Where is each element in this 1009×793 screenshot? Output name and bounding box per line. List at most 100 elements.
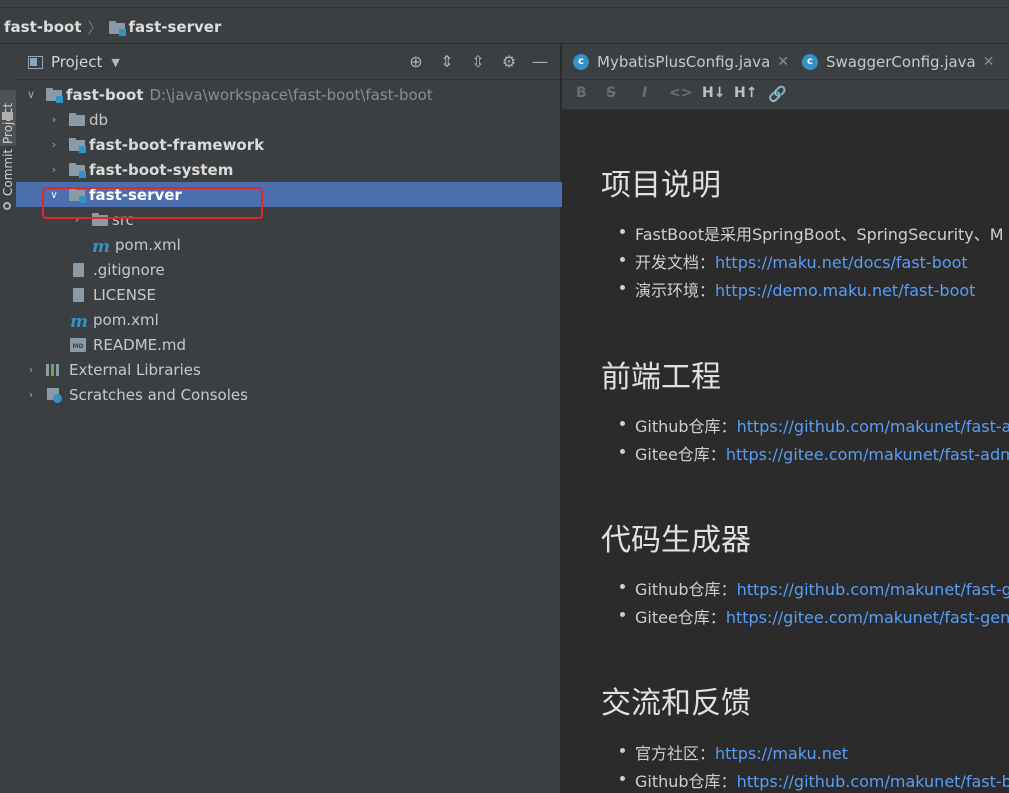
maven-icon: m <box>92 236 110 257</box>
breadcrumb-module[interactable]: fast-server <box>129 18 222 36</box>
tree-node-root-pom[interactable]: m pom.xml <box>16 307 615 332</box>
section-heading: 代码生成器 <box>601 523 751 558</box>
heading-increase-icon[interactable]: H↑ <box>734 85 757 101</box>
strikethrough-icon[interactable]: S <box>606 85 616 101</box>
tree-node-label: pom.xml <box>115 235 181 254</box>
tool-tab-project-label: Project <box>1 102 15 144</box>
editor-tab-bar: c MybatisPlusConfig.java ✕ c SwaggerConf… <box>562 44 1009 80</box>
chevron-right-icon[interactable]: › <box>24 363 38 376</box>
minimize-icon[interactable]: — <box>529 52 551 72</box>
folder-icon <box>2 112 13 120</box>
list-item: Github仓库：https://github.com/makunet/fast… <box>620 413 1009 437</box>
tree-node-label: Scratches and Consoles <box>69 385 248 404</box>
list-item: FastBoot是采用SpringBoot、SpringSecurity、M <box>620 221 1004 245</box>
maven-icon: m <box>70 311 88 332</box>
list-item: 演示环境：https://demo.maku.net/fast-boot <box>619 277 975 301</box>
markdown-preview: 项目说明 FastBoot是采用SpringBoot、SpringSecurit… <box>562 110 1009 793</box>
code-icon[interactable]: <> <box>669 85 692 101</box>
chevron-right-icon[interactable]: › <box>47 113 61 126</box>
tree-node-db[interactable]: › db <box>16 107 592 132</box>
tree-node-label: README.md <box>93 335 187 354</box>
tree-node-path: D:\java\workspace\fast-boot\fast-boot <box>149 85 433 104</box>
tree-node-external-libraries[interactable]: › External Libraries <box>16 357 569 382</box>
locate-icon[interactable]: ⊕ <box>405 52 427 72</box>
link[interactable]: https://demo.maku.net/fast-boot <box>715 281 975 300</box>
module-folder-icon <box>69 163 86 178</box>
tree-node-license[interactable]: LICENSE <box>16 282 615 307</box>
link-icon[interactable]: 🔗 <box>768 85 787 103</box>
commit-icon <box>3 202 11 210</box>
link[interactable]: https://maku.net <box>715 744 848 763</box>
highlight-box <box>42 187 263 219</box>
tree-node-fast-boot-framework[interactable]: › fast-boot-framework <box>16 132 592 157</box>
text-file-icon <box>70 287 86 303</box>
libraries-icon <box>46 362 62 378</box>
chevron-right-icon: 〉 <box>87 18 103 37</box>
project-view-selector[interactable]: Project ▼ <box>28 53 120 71</box>
list-item: Github仓库：https://github.com/makunet/fast… <box>620 576 1009 600</box>
expand-all-icon[interactable]: ⇕ <box>436 52 458 72</box>
breadcrumb-root[interactable]: fast-boot <box>4 18 82 36</box>
tree-node-fast-boot-system[interactable]: › fast-boot-system <box>16 157 592 182</box>
list-item: Gitee仓库：https://gitee.com/makunet/fast-a… <box>619 441 1009 465</box>
tree-node-gitignore[interactable]: .gitignore <box>16 257 615 282</box>
tree-node-label: External Libraries <box>69 360 201 379</box>
tool-tab-commit-label: Commit <box>1 148 15 196</box>
chevron-right-icon[interactable]: › <box>47 138 61 151</box>
list-item: Gitee仓库：https://gitee.com/makunet/fast-g… <box>619 604 1009 628</box>
project-tool-window: Project ▼ ⊕ ⇕ ⇳ ⚙ — ∨ fast-boot D:\java\… <box>16 44 592 793</box>
tab-label: SwaggerConfig.java <box>826 53 976 71</box>
collapse-all-icon[interactable]: ⇳ <box>467 52 489 72</box>
tab-swaggerconfig[interactable]: c SwaggerConfig.java ✕ <box>802 44 994 80</box>
tree-node-module-pom[interactable]: m pom.xml <box>16 232 637 257</box>
section-heading: 交流和反馈 <box>601 686 751 721</box>
italic-icon[interactable]: I <box>642 85 647 101</box>
chevron-right-icon[interactable]: › <box>47 163 61 176</box>
module-folder-icon <box>108 20 126 36</box>
tab-mybatisplusconfig[interactable]: c MybatisPlusConfig.java ✕ <box>573 44 789 80</box>
link[interactable]: https://maku.net/docs/fast-boot <box>715 253 968 272</box>
close-icon[interactable]: ✕ <box>983 54 995 70</box>
java-class-icon: c <box>573 54 589 70</box>
java-class-icon: c <box>802 54 818 70</box>
list-item: 开发文档：https://maku.net/docs/fast-boot <box>620 249 968 273</box>
link[interactable]: https://github.com/makunet/fast-ge <box>737 580 1009 599</box>
markdown-file-icon: MD <box>70 337 86 353</box>
scratches-icon <box>46 387 62 403</box>
project-panel-toolbar: ⊕ ⇕ ⇳ ⚙ — <box>396 52 551 72</box>
tree-node-label: LICENSE <box>93 285 156 304</box>
project-panel-title: Project <box>51 53 103 71</box>
bold-icon[interactable]: B <box>576 85 587 101</box>
tree-node-scratches[interactable]: › Scratches and Consoles <box>16 382 569 407</box>
chevron-down-icon[interactable]: ∨ <box>24 88 38 101</box>
left-tool-strip: Project Commit <box>0 44 17 793</box>
tree-node-root[interactable]: ∨ fast-boot D:\java\workspace\fast-boot\… <box>16 82 569 107</box>
tree-node-label: fast-boot <box>66 85 144 104</box>
link[interactable]: https://gitee.com/makunet/fast-admi <box>726 445 1009 464</box>
tree-node-label: fast-boot-system <box>89 160 234 179</box>
folder-icon <box>69 113 85 126</box>
gear-icon[interactable]: ⚙ <box>498 52 520 72</box>
close-icon[interactable]: ✕ <box>777 54 789 70</box>
title-strip <box>0 0 1009 8</box>
link[interactable]: https://gitee.com/makunet/fast-gene <box>726 608 1009 627</box>
heading-decrease-icon[interactable]: H↓ <box>702 85 725 101</box>
module-folder-icon <box>46 88 63 103</box>
navigation-bar: fast-boot 〉 fast-server <box>0 0 1009 44</box>
tree-node-label: .gitignore <box>93 260 165 279</box>
link[interactable]: https://github.com/makunet/fast-ad <box>737 417 1009 436</box>
tree-node-label: fast-boot-framework <box>89 135 265 154</box>
tree-node-label: pom.xml <box>93 310 159 329</box>
module-folder-icon <box>69 138 86 153</box>
chevron-down-icon: ▼ <box>111 55 120 69</box>
link[interactable]: https://github.com/makunet/fast-bo <box>737 772 1009 791</box>
list-item: Github仓库：https://github.com/makunet/fast… <box>620 768 1009 792</box>
tree-node-label: db <box>89 110 109 129</box>
list-item: 官方社区：https://maku.net <box>619 740 848 764</box>
tree-node-readme[interactable]: MD README.md <box>16 332 615 357</box>
section-heading: 前端工程 <box>601 360 721 395</box>
section-heading: 项目说明 <box>601 168 721 203</box>
gitignore-file-icon <box>70 262 86 278</box>
markdown-toolbar: B S I <> H↓ H↑ 🔗 <box>562 80 1009 110</box>
chevron-right-icon[interactable]: › <box>24 388 38 401</box>
